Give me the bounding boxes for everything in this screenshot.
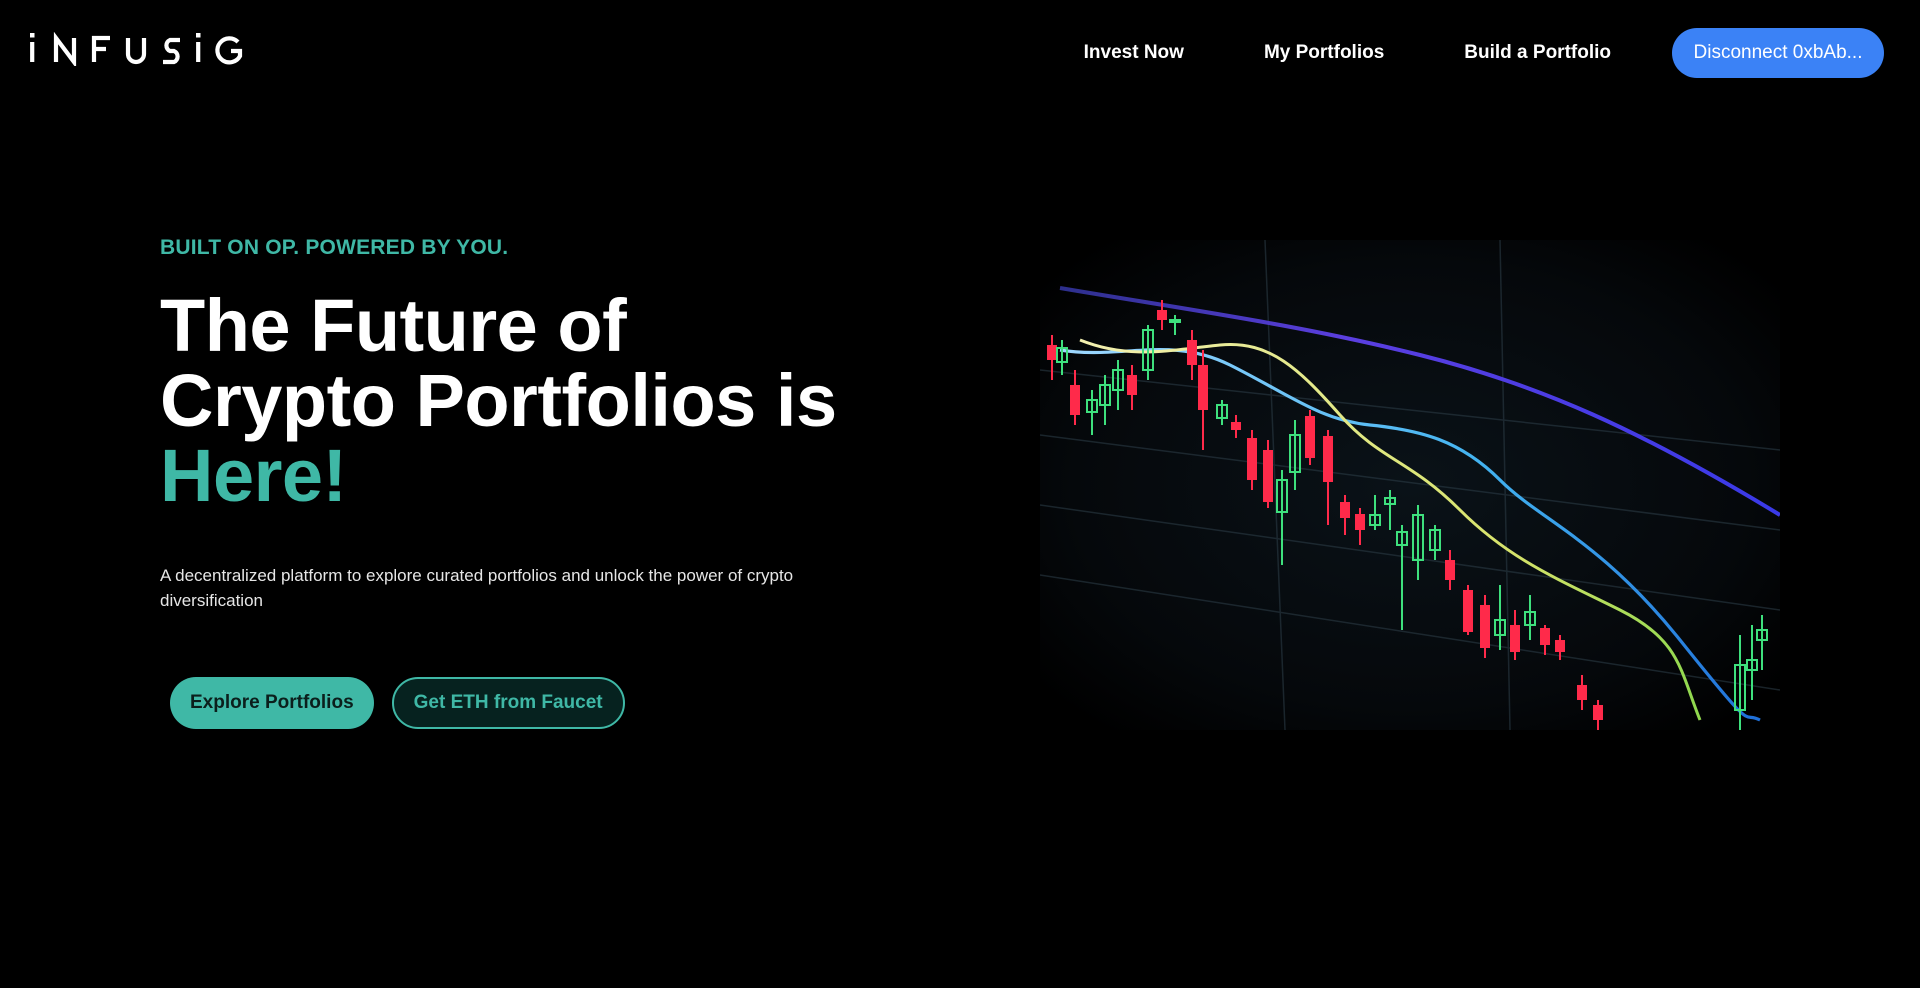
candle-body [1231, 422, 1241, 430]
infusig-logo-icon [30, 32, 243, 66]
candle-body [1127, 375, 1137, 395]
hero-subtitle: A decentralized platform to explore cura… [160, 566, 794, 610]
brand-logo[interactable] [26, 32, 244, 66]
candle-body [1157, 310, 1167, 320]
candle-body [1593, 705, 1603, 720]
candle-body [1247, 438, 1257, 480]
candle-body [1480, 605, 1490, 648]
nav-my-portfolios[interactable]: My Portfolios [1264, 27, 1384, 79]
nav-build-portfolio[interactable]: Build a Portfolio [1464, 27, 1611, 79]
candle-body [1198, 365, 1208, 410]
hero-eyebrow: BUILT ON OP. POWERED BY YOU. [160, 236, 509, 259]
candle-body [1577, 685, 1587, 700]
candle-body [1323, 436, 1333, 482]
headline-accent: Here! [160, 434, 347, 517]
landing-page: Invest Now My Portfolios Build a Portfol… [0, 0, 1920, 988]
candlestick-chart-image [1039, 239, 1782, 731]
candle-body [1305, 416, 1315, 458]
headline-line-2: Crypto Portfolios is [160, 359, 837, 442]
candle-body [1340, 502, 1350, 518]
candle-body [1187, 340, 1197, 365]
candle-body [1169, 319, 1181, 323]
candle-body [1047, 345, 1057, 360]
candlestick-chart-icon [1039, 239, 1782, 731]
candle-body [1263, 450, 1273, 502]
candle-body [1463, 590, 1473, 632]
hero-cta-row: Explore Portfolios Get ETH from Faucet [170, 677, 625, 729]
candle-body [1540, 628, 1550, 645]
candle-body [1070, 385, 1080, 415]
headline-line-1: The Future of [160, 284, 627, 367]
disconnect-wallet-button[interactable]: Disconnect 0xbAb... [1672, 28, 1884, 78]
candle-body [1445, 560, 1455, 580]
top-navbar: Invest Now My Portfolios Build a Portfol… [0, 0, 1920, 104]
explore-portfolios-button[interactable]: Explore Portfolios [170, 677, 374, 729]
main-nav: Invest Now My Portfolios Build a Portfol… [1084, 27, 1884, 79]
faucet-button[interactable]: Get ETH from Faucet [391, 677, 625, 729]
candle-body [1510, 625, 1520, 652]
candle-body [1355, 514, 1365, 530]
nav-invest-now[interactable]: Invest Now [1084, 27, 1184, 79]
candle-body [1555, 640, 1565, 652]
hero-text: BUILT ON OP. POWERED BY YOU. The Future … [160, 236, 900, 630]
hero-headline: The Future of Crypto Portfolios is Here! [160, 288, 900, 513]
